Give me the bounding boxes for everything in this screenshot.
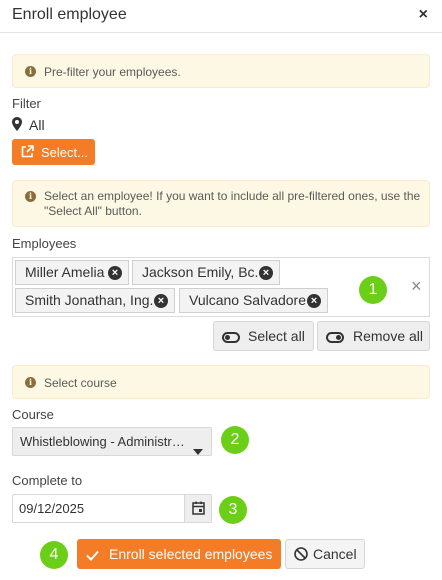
course-select-value: Whistleblowing - Administr… <box>20 434 185 449</box>
filter-select-label: Select... <box>41 145 88 160</box>
remove-tag-icon[interactable]: × <box>259 266 273 280</box>
select-all-label: Select all <box>248 328 305 344</box>
employee-tag: Miller Amelia × <box>15 260 129 285</box>
clear-icon[interactable]: × <box>411 277 422 295</box>
prefilter-notice: i Pre-filter your employees. <box>12 54 430 88</box>
employee-tag-label: Miller Amelia <box>25 264 105 280</box>
course-select[interactable]: Whistleblowing - Administr… <box>12 427 212 456</box>
select-course-notice: i Select course <box>12 365 430 399</box>
close-icon[interactable]: × <box>419 6 428 24</box>
step-badge-2: 2 <box>221 426 249 454</box>
cancel-label: Cancel <box>313 546 357 562</box>
step-badge-1: 1 <box>359 276 387 304</box>
calendar-button[interactable] <box>184 495 211 522</box>
employees-label: Employees <box>12 236 77 251</box>
employee-tag: Jackson Emily, Bc. × <box>132 260 280 285</box>
employee-tag-label: Vulcano Salvadore <box>189 292 307 308</box>
complete-to-label: Complete to <box>12 473 83 488</box>
complete-to-field <box>12 494 212 523</box>
complete-to-input[interactable] <box>13 495 184 522</box>
employee-tag: Vulcano Salvadore × <box>179 288 328 313</box>
toggle-on-icon <box>222 332 240 343</box>
remove-all-label: Remove all <box>353 328 424 344</box>
cancel-button[interactable]: Cancel <box>285 539 365 569</box>
employee-tag-label: Smith Jonathan, Ing. <box>25 292 154 308</box>
cancel-icon <box>294 547 308 564</box>
dialog-title: Enroll employee <box>12 6 127 23</box>
remove-tag-icon[interactable]: × <box>154 294 168 308</box>
calendar-icon <box>192 501 205 520</box>
step-badge-4: 4 <box>40 541 68 569</box>
info-icon: i <box>25 191 36 202</box>
course-label: Course <box>12 407 54 422</box>
check-icon <box>86 548 99 564</box>
external-link-icon <box>21 145 34 161</box>
filter-label: Filter <box>12 96 41 111</box>
select-all-button[interactable]: Select all <box>213 321 314 351</box>
filter-select-button[interactable]: Select... <box>12 139 95 165</box>
select-employee-notice: i Select an employee! If you want to inc… <box>12 180 430 227</box>
info-icon: i <box>25 66 36 77</box>
step-badge-3: 3 <box>219 496 247 524</box>
employee-tag-label: Jackson Emily, Bc. <box>142 264 259 280</box>
toggle-off-icon <box>326 332 344 343</box>
notice-text: Select an employee! If you want to inclu… <box>44 189 421 218</box>
dialog-header: Enroll employee × <box>0 0 442 33</box>
filter-value: All <box>29 117 45 133</box>
enroll-label: Enroll selected employees <box>109 546 273 562</box>
map-marker-icon <box>12 117 22 136</box>
notice-text: Select course <box>44 376 117 390</box>
notice-text: Pre-filter your employees. <box>44 65 181 79</box>
remove-tag-icon[interactable]: × <box>108 266 122 280</box>
employee-tag: Smith Jonathan, Ing. × <box>15 288 175 313</box>
remove-all-button[interactable]: Remove all <box>317 321 430 351</box>
remove-tag-icon[interactable]: × <box>307 294 321 308</box>
enroll-button[interactable]: Enroll selected employees <box>77 539 281 569</box>
info-icon: i <box>25 377 36 388</box>
caret-down-icon <box>193 438 203 465</box>
